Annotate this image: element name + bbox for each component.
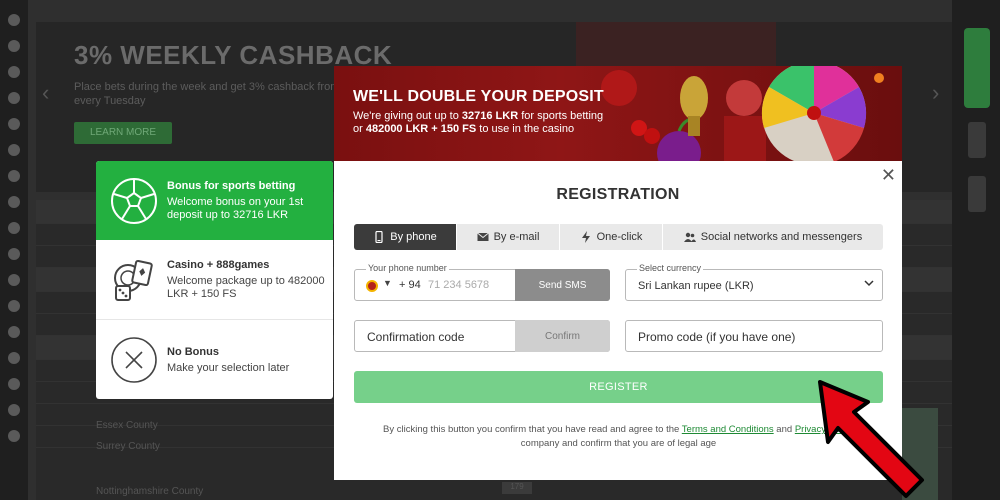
terms-link[interactable]: Terms and Conditions bbox=[682, 424, 774, 435]
close-icon[interactable]: ✕ bbox=[881, 166, 896, 184]
phone-icon bbox=[375, 231, 383, 243]
chevron-right-icon[interactable]: › bbox=[932, 80, 939, 106]
sidebar-icon bbox=[8, 92, 20, 104]
bonus-option-none[interactable]: No Bonus Make your selection later bbox=[96, 320, 333, 399]
no-bonus-icon bbox=[111, 337, 157, 383]
registration-method-tabs: By phone By e-mail One-click Social netw… bbox=[354, 224, 883, 250]
right-sidebar bbox=[952, 0, 1000, 500]
right-sidebar-button[interactable] bbox=[964, 28, 990, 108]
soccer-ball-icon bbox=[111, 178, 157, 224]
phone-number-input[interactable]: 71 234 5678 bbox=[428, 279, 489, 291]
promo-text: We're giving out up to 32716 LKR for spo… bbox=[353, 110, 603, 136]
promo-text-part: We're giving out up to bbox=[353, 110, 462, 122]
chevron-down-icon bbox=[864, 280, 874, 287]
sidebar-icon bbox=[8, 222, 20, 234]
legal-text: and bbox=[773, 424, 795, 435]
currency-value: Sri Lankan rupee (LKR) bbox=[638, 280, 754, 292]
sidebar-icon bbox=[8, 378, 20, 390]
tab-by-phone[interactable]: By phone bbox=[354, 224, 457, 250]
sidebar-icon bbox=[8, 248, 20, 260]
learn-more-button[interactable]: LEARN MORE bbox=[74, 122, 172, 144]
bonus-option-description: Welcome package up to 482000 LKR + 150 F… bbox=[167, 275, 325, 300]
bonus-option-description: Make your selection later bbox=[167, 362, 290, 374]
currency-label: Select currency bbox=[637, 263, 704, 273]
right-sidebar-icon[interactable] bbox=[968, 176, 986, 212]
sidebar-icon bbox=[8, 300, 20, 312]
promo-text-part: to use in the casino bbox=[476, 123, 575, 135]
bonus-option-casino[interactable]: Casino + 888games Welcome package up to … bbox=[96, 240, 333, 320]
phone-number-label: Your phone number bbox=[366, 263, 449, 273]
sidebar-icon bbox=[8, 40, 20, 52]
tab-by-email[interactable]: By e-mail bbox=[457, 224, 560, 250]
sidebar-icon bbox=[8, 196, 20, 208]
tab-label: By e-mail bbox=[493, 231, 540, 243]
sidebar-icon bbox=[8, 118, 20, 130]
promo-amount-sports: 32716 LKR bbox=[461, 110, 519, 122]
confirmation-code-field: Confirmation code Confirm bbox=[354, 320, 610, 352]
country-code: + 94 bbox=[399, 279, 421, 291]
promo-code-input[interactable]: Promo code (if you have one) bbox=[638, 330, 795, 344]
bonus-option-title: No Bonus bbox=[167, 346, 219, 358]
promo-banner: WE'LL DOUBLE YOUR DEPOSIT We're giving o… bbox=[334, 66, 902, 161]
sidebar-icon bbox=[8, 404, 20, 416]
envelope-icon bbox=[476, 232, 489, 241]
promo-amount-casino: 482000 LKR + 150 FS bbox=[365, 123, 477, 135]
sidebar-icon bbox=[8, 144, 20, 156]
team-name: Surrey County bbox=[96, 441, 160, 452]
sidebar-icon bbox=[8, 326, 20, 338]
confirm-button[interactable]: Confirm bbox=[515, 320, 610, 352]
register-button[interactable]: REGISTER bbox=[354, 371, 883, 403]
sidebar-icon bbox=[8, 430, 20, 442]
tab-label: By phone bbox=[390, 231, 437, 243]
legal-notice: By clicking this button you confirm that… bbox=[354, 423, 883, 451]
sidebar-icon bbox=[8, 14, 20, 26]
bonus-option-title: Bonus for sports betting bbox=[167, 180, 296, 192]
sidebar-icon bbox=[8, 170, 20, 182]
legal-text: company and confirm that you are of lega… bbox=[520, 438, 717, 449]
users-icon bbox=[683, 232, 696, 242]
casino-chips-icon bbox=[114, 259, 153, 301]
sidebar-icon bbox=[8, 66, 20, 78]
promo-text-part: or bbox=[353, 123, 366, 135]
right-sidebar-icon[interactable] bbox=[968, 122, 986, 158]
confirmation-code-input[interactable]: Confirmation code bbox=[367, 330, 464, 344]
bonus-option-title: Casino + 888games bbox=[167, 259, 270, 271]
phone-number-field: Your phone number ▼ + 94 71 234 5678 Sen… bbox=[354, 263, 610, 301]
bonus-selection-panel: Bonus for sports betting Welcome bonus o… bbox=[96, 161, 333, 399]
registration-title: REGISTRATION bbox=[556, 186, 680, 203]
pointer-arrow-icon bbox=[818, 380, 924, 498]
banner-subtitle: Place bets during the week and get 3% ca… bbox=[74, 81, 340, 107]
sidebar-icon bbox=[8, 274, 20, 286]
lightning-icon bbox=[581, 231, 590, 243]
promo-text-part: for sports betting bbox=[518, 110, 604, 122]
score-cell: 179 bbox=[502, 482, 532, 494]
tab-social-networks[interactable]: Social networks and messengers bbox=[663, 224, 883, 250]
chevron-left-icon[interactable]: ‹ bbox=[42, 80, 49, 106]
sri-lanka-flag-icon[interactable] bbox=[366, 280, 378, 292]
team-name: Nottinghamshire County bbox=[96, 486, 204, 497]
left-sidebar bbox=[0, 0, 28, 500]
tab-label: Social networks and messengers bbox=[700, 231, 863, 243]
promo-art-image bbox=[601, 66, 884, 161]
promo-code-field[interactable]: Promo code (if you have one) bbox=[625, 320, 883, 352]
sidebar-icon bbox=[8, 352, 20, 364]
send-sms-button[interactable]: Send SMS bbox=[515, 269, 610, 301]
bonus-option-sports[interactable]: Bonus for sports betting Welcome bonus o… bbox=[96, 161, 333, 240]
tab-label: One-click bbox=[596, 231, 643, 243]
currency-select[interactable]: Select currency Sri Lankan rupee (LKR) bbox=[625, 263, 883, 301]
promo-heading: WE'LL DOUBLE YOUR DEPOSIT bbox=[353, 88, 604, 105]
team-name: Essex County bbox=[96, 420, 158, 431]
chevron-down-icon[interactable]: ▼ bbox=[383, 278, 392, 288]
tab-one-click[interactable]: One-click bbox=[560, 224, 663, 250]
legal-text: By clicking this button you confirm that… bbox=[383, 424, 682, 435]
bonus-option-description: Welcome bonus on your 1st deposit up to … bbox=[167, 196, 304, 221]
